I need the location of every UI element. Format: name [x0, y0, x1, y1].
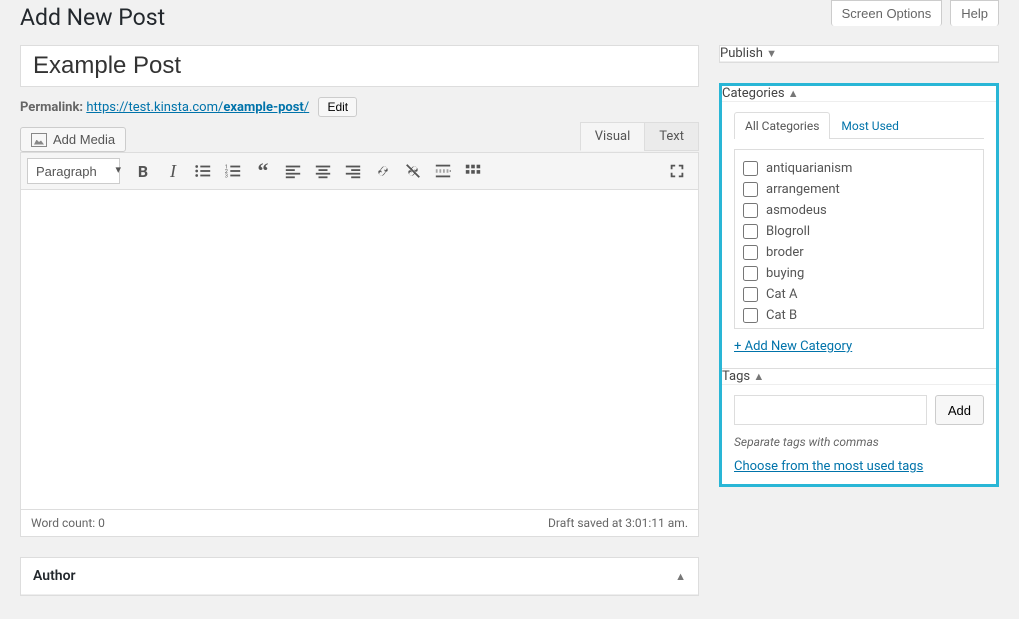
taxonomy-highlight: Categories ▲ All Categories Most Used an…: [719, 83, 999, 487]
bullet-list-icon[interactable]: [188, 157, 218, 185]
permalink-link[interactable]: https://test.kinsta.com/example-post/: [86, 100, 309, 115]
category-checkbox[interactable]: [743, 182, 758, 197]
format-select[interactable]: Paragraph: [27, 158, 120, 184]
editor-status-bar: Word count: 0 Draft saved at 3:01:11 am.: [20, 510, 699, 537]
tag-hint: Separate tags with commas: [734, 425, 984, 459]
category-item[interactable]: antiquarianism: [743, 158, 975, 179]
quote-icon[interactable]: “: [248, 157, 278, 185]
category-checkbox[interactable]: [743, 203, 758, 218]
category-checkbox[interactable]: [743, 224, 758, 239]
permalink-label: Permalink:: [20, 100, 83, 115]
italic-icon[interactable]: I: [158, 157, 188, 185]
svg-text:3: 3: [225, 173, 228, 179]
collapse-icon: ▲: [788, 87, 799, 100]
editor-toolbar: Paragraph B I 123 “: [20, 152, 699, 190]
permalink-row: Permalink: https://test.kinsta.com/examp…: [20, 87, 699, 127]
publish-box: Publish ▼: [719, 45, 999, 63]
word-count: Word count: 0: [31, 516, 105, 530]
help-button[interactable]: Help: [950, 0, 999, 26]
draft-saved: Draft saved at 3:01:11 am.: [548, 516, 688, 530]
categories-tab-all[interactable]: All Categories: [734, 112, 830, 139]
align-center-icon[interactable]: [308, 157, 338, 185]
number-list-icon[interactable]: 123: [218, 157, 248, 185]
unlink-icon[interactable]: [398, 157, 428, 185]
expand-icon: ▼: [766, 47, 777, 60]
category-checkbox[interactable]: [743, 161, 758, 176]
add-tag-button[interactable]: Add: [935, 395, 984, 425]
category-item[interactable]: buying: [743, 263, 975, 284]
bold-icon[interactable]: B: [128, 157, 158, 185]
category-checkbox[interactable]: [743, 266, 758, 281]
categories-tab-most-used[interactable]: Most Used: [830, 112, 910, 139]
screen-options-button[interactable]: Screen Options: [831, 0, 943, 26]
author-box: Author ▲: [20, 557, 699, 596]
category-item[interactable]: asmodeus: [743, 200, 975, 221]
add-category-link[interactable]: + Add New Category: [734, 329, 984, 358]
fullscreen-icon[interactable]: [662, 157, 692, 185]
tags-box: Tags ▲ Add Separate tags with commas Cho…: [722, 369, 996, 484]
editor-content[interactable]: [20, 190, 699, 510]
categories-box-header[interactable]: Categories ▲: [722, 86, 996, 102]
collapse-icon: ▲: [675, 570, 686, 583]
read-more-icon[interactable]: [428, 157, 458, 185]
tags-box-header[interactable]: Tags ▲: [722, 369, 996, 385]
edit-slug-button[interactable]: Edit: [318, 97, 357, 117]
align-left-icon[interactable]: [278, 157, 308, 185]
category-item[interactable]: arrangement: [743, 179, 975, 200]
toolbar-toggle-icon[interactable]: [458, 157, 488, 185]
category-item[interactable]: Cat A: [743, 284, 975, 305]
editor-tab-text[interactable]: Text: [644, 122, 699, 151]
choose-tags-link[interactable]: Choose from the most used tags: [734, 459, 923, 474]
tag-input[interactable]: [734, 395, 927, 425]
editor-tab-visual[interactable]: Visual: [580, 122, 646, 151]
category-list[interactable]: antiquarianism arrangement asmodeus Blog…: [734, 149, 984, 329]
collapse-icon: ▲: [753, 370, 764, 383]
category-checkbox[interactable]: [743, 308, 758, 323]
category-item[interactable]: broder: [743, 242, 975, 263]
category-checkbox[interactable]: [743, 245, 758, 260]
author-box-header[interactable]: Author ▲: [21, 558, 698, 595]
post-title-input[interactable]: [20, 45, 699, 87]
category-item[interactable]: Blogroll: [743, 221, 975, 242]
category-checkbox[interactable]: [743, 287, 758, 302]
categories-box: Categories ▲ All Categories Most Used an…: [722, 86, 996, 369]
publish-box-header[interactable]: Publish ▼: [720, 46, 998, 62]
link-icon[interactable]: [368, 157, 398, 185]
align-right-icon[interactable]: [338, 157, 368, 185]
category-item[interactable]: Cat B: [743, 305, 975, 326]
